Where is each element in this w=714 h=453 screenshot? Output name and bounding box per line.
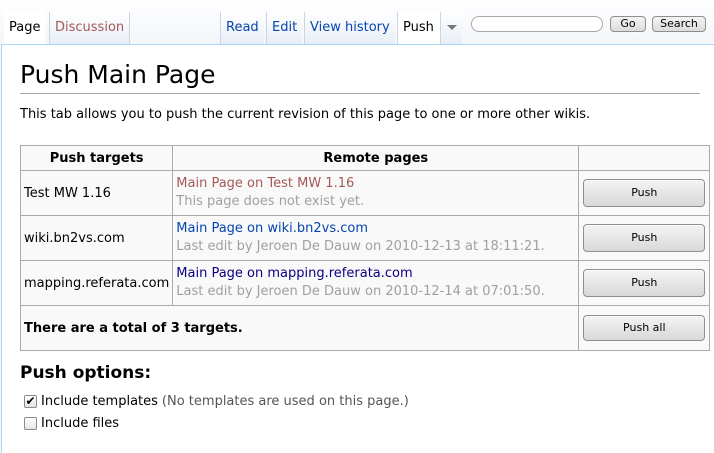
- include-files-label[interactable]: Include files: [41, 416, 119, 431]
- push-button[interactable]: Push: [583, 224, 706, 252]
- push-button[interactable]: Push: [583, 179, 706, 207]
- table-header-row: Push targets Remote pages: [19, 145, 711, 171]
- tab-bar: Page Discussion Read Edit View history P…: [0, 0, 714, 44]
- table-total-row: There are a total of 3 targets. Push all: [19, 305, 711, 351]
- tab-more-dropdown[interactable]: [440, 12, 462, 44]
- push-options-heading: Push options:: [20, 363, 152, 383]
- tab-view-history[interactable]: View history: [304, 12, 395, 44]
- include-templates-checkbox[interactable]: ✔: [24, 395, 37, 408]
- tab-discussion[interactable]: Discussion: [49, 12, 131, 44]
- include-files-checkbox[interactable]: [24, 417, 37, 430]
- remote-page-link[interactable]: Main Page on Test MW 1.16: [176, 175, 575, 193]
- target-name: mapping.referata.com: [24, 275, 170, 291]
- page-title: Push Main Page: [20, 59, 700, 94]
- target-name: wiki.bn2vs.com: [24, 230, 125, 246]
- search-button[interactable]: Search: [652, 16, 706, 32]
- push-button[interactable]: Push: [583, 269, 706, 297]
- header-push-targets: Push targets: [19, 145, 174, 171]
- include-files-option: Include files: [24, 416, 119, 431]
- remote-page-status: This page does not exist yet.: [176, 194, 365, 209]
- push-targets-table: Push targets Remote pages Test MW 1.16 M…: [19, 145, 711, 351]
- include-templates-option: ✔ Include templates (No templates are us…: [24, 394, 409, 409]
- header-remote-pages: Remote pages: [172, 145, 580, 171]
- tab-page[interactable]: Page: [4, 12, 46, 44]
- search-input[interactable]: [471, 16, 603, 32]
- intro-text: This tab allows you to push the current …: [20, 107, 591, 122]
- go-button[interactable]: Go: [610, 16, 646, 32]
- push-all-button[interactable]: Push all: [583, 315, 706, 341]
- tab-push[interactable]: Push: [397, 12, 440, 44]
- include-templates-label[interactable]: Include templates: [41, 394, 158, 409]
- include-templates-note: (No templates are used on this page.): [161, 394, 409, 409]
- table-row: Test MW 1.16 Main Page on Test MW 1.16 T…: [19, 170, 711, 216]
- chevron-down-icon: [447, 25, 457, 30]
- remote-page-link[interactable]: Main Page on mapping.referata.com: [176, 265, 575, 283]
- table-row: mapping.referata.com Main Page on mappin…: [19, 260, 711, 306]
- target-name: Test MW 1.16: [24, 185, 111, 201]
- check-icon: ✔: [25, 394, 36, 408]
- remote-page-status: Last edit by Jeroen De Dauw on 2010-12-1…: [176, 284, 545, 299]
- tab-read[interactable]: Read: [220, 12, 264, 44]
- total-targets-text: There are a total of 3 targets.: [19, 305, 580, 351]
- content-area: Push Main Page This tab allows you to pu…: [1, 44, 714, 453]
- tab-edit[interactable]: Edit: [266, 12, 303, 44]
- remote-page-status: Last edit by Jeroen De Dauw on 2010-12-1…: [176, 239, 545, 254]
- remote-page-link[interactable]: Main Page on wiki.bn2vs.com: [176, 220, 575, 238]
- table-row: wiki.bn2vs.com Main Page on wiki.bn2vs.c…: [19, 215, 711, 261]
- header-actions: [578, 145, 711, 171]
